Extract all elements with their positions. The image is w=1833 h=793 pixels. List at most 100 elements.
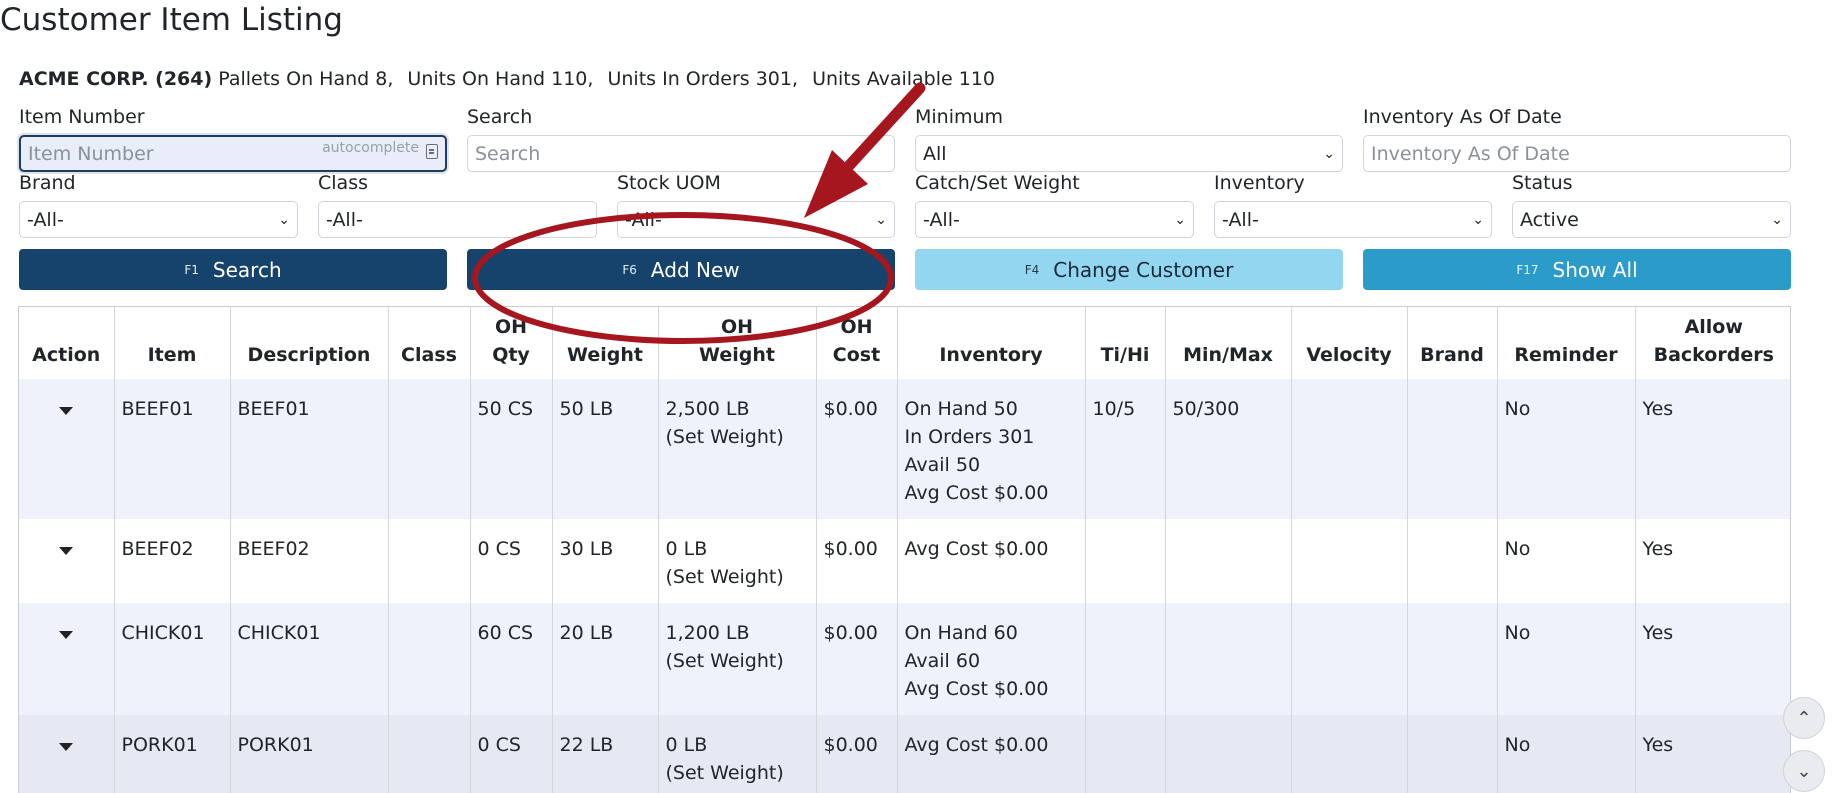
add-new-button[interactable]: F6 Add New [467, 249, 895, 290]
cell-inventory: On Hand 60 Avail 60 Avg Cost $0.00 [896, 603, 1085, 715]
pallets-on-hand: Pallets On Hand 8, [218, 68, 394, 90]
status-select[interactable]: Active ⌄ [1512, 201, 1791, 238]
row-action-cell[interactable] [19, 603, 114, 715]
chevron-down-icon: ⌄ [577, 211, 589, 228]
col-weight[interactable]: Weight [551, 307, 658, 379]
col-reminder[interactable]: Reminder [1496, 307, 1635, 379]
item-number-field: Item Number autocomplete [19, 105, 447, 172]
brand-label: Brand [19, 172, 76, 194]
row-action-cell[interactable] [19, 519, 114, 603]
inventory-select[interactable]: -All- ⌄ [1214, 201, 1492, 238]
inventory-date-field: Inventory As Of Date [1363, 105, 1791, 172]
cell-weight: 50 LB [551, 379, 658, 519]
catch-weight-value: -All- [923, 208, 960, 231]
class-select[interactable]: -All- ⌄ [318, 201, 597, 238]
cell-weight: 20 LB [551, 603, 658, 715]
col-oh-weight[interactable]: OH Weight [657, 307, 816, 379]
col-class[interactable]: Class [387, 307, 470, 379]
cell-oh-qty: 0 CS [469, 715, 552, 793]
brand-value: -All- [27, 208, 64, 231]
search-input[interactable] [467, 135, 895, 172]
cell-brand [1406, 379, 1497, 519]
status-label: Status [1512, 172, 1573, 194]
cell-oh-weight: 0 LB (Set Weight) [657, 519, 816, 603]
table-row: BEEF01 BEEF01 50 CS 50 LB 2,500 LB (Set … [19, 379, 1790, 519]
col-action[interactable]: Action [19, 307, 114, 379]
cell-oh-cost: $0.00 [815, 379, 897, 519]
col-oh-cost[interactable]: OH Cost [815, 307, 897, 379]
cell-description: BEEF01 [229, 379, 388, 519]
cell-oh-weight: 2,500 LB (Set Weight) [657, 379, 816, 519]
col-description[interactable]: Description [229, 307, 388, 379]
cell-backorders: Yes [1634, 519, 1790, 603]
search-label: Search [467, 106, 533, 128]
col-brand[interactable]: Brand [1406, 307, 1497, 379]
customer-name: ACME CORP. (264) [19, 68, 213, 90]
chevron-down-icon: ⌄ [1796, 760, 1812, 782]
col-backorders[interactable]: Allow Backorders [1634, 307, 1790, 379]
cell-description: PORK01 [229, 715, 388, 793]
chevron-up-icon: ⌃ [1796, 707, 1812, 729]
caret-down-icon[interactable] [59, 407, 74, 415]
stock-uom-select[interactable]: -All- ⌄ [617, 201, 895, 238]
cell-tihi [1084, 603, 1165, 715]
cell-velocity [1290, 715, 1407, 793]
catch-weight-select[interactable]: -All- ⌄ [915, 201, 1194, 238]
scroll-down-button[interactable]: ⌄ [1783, 750, 1825, 792]
chevron-down-icon: ⌄ [278, 211, 290, 228]
show-all-key: F17 [1516, 262, 1539, 277]
row-action-cell[interactable] [19, 715, 114, 793]
status-value: Active [1520, 208, 1579, 231]
row-action-cell[interactable] [19, 379, 114, 519]
minimum-select[interactable]: All ⌄ [915, 135, 1343, 172]
scroll-up-button[interactable]: ⌃ [1783, 697, 1825, 739]
col-tihi[interactable]: Ti/Hi [1084, 307, 1165, 379]
show-all-button[interactable]: F17 Show All [1363, 249, 1791, 290]
change-customer-key: F4 [1024, 262, 1040, 277]
cell-inventory: Avg Cost $0.00 [896, 715, 1085, 793]
cell-oh-cost: $0.00 [815, 715, 897, 793]
units-available: Units Available 110 [812, 68, 995, 90]
inventory-label: Inventory [1214, 172, 1305, 194]
caret-down-icon[interactable] [59, 631, 74, 639]
autocomplete-tag: autocomplete [322, 140, 419, 156]
col-item[interactable]: Item [113, 307, 230, 379]
caret-down-icon[interactable] [59, 547, 74, 555]
cell-brand [1406, 715, 1497, 793]
col-velocity[interactable]: Velocity [1290, 307, 1407, 379]
brand-select[interactable]: -All- ⌄ [19, 201, 298, 238]
inventory-date-input[interactable] [1363, 135, 1791, 172]
cell-minmax [1164, 519, 1291, 603]
cell-backorders: Yes [1634, 715, 1790, 793]
catch-weight-label: Catch/Set Weight [915, 172, 1080, 194]
col-inventory[interactable]: Inventory [896, 307, 1085, 379]
col-oh-qty[interactable]: OH Qty [469, 307, 552, 379]
class-value: -All- [326, 208, 363, 231]
cell-minmax [1164, 603, 1291, 715]
cell-item: BEEF02 [113, 519, 230, 603]
search-key: F1 [184, 262, 199, 277]
col-minmax[interactable]: Min/Max [1164, 307, 1291, 379]
inventory-field: Inventory -All- ⌄ [1214, 171, 1492, 238]
cell-minmax [1164, 715, 1291, 793]
chevron-down-icon: ⌄ [1472, 211, 1484, 228]
caret-down-icon[interactable] [59, 743, 74, 751]
search-button[interactable]: F1 Search [19, 249, 447, 290]
add-new-key: F6 [622, 262, 637, 277]
status-field: Status Active ⌄ [1512, 171, 1791, 238]
cell-backorders: Yes [1634, 603, 1790, 715]
add-new-button-label: Add New [650, 257, 740, 282]
cell-oh-cost: $0.00 [815, 519, 897, 603]
change-customer-button[interactable]: F4 Change Customer [915, 249, 1343, 290]
page-title: Customer Item Listing [0, 2, 343, 38]
class-field: Class -All- ⌄ [318, 171, 597, 238]
cell-inventory: Avg Cost $0.00 [896, 519, 1085, 603]
cell-class [387, 715, 470, 793]
customer-summary: ACME CORP. (264) Pallets On Hand 8, Unit… [19, 66, 995, 92]
cell-weight: 22 LB [551, 715, 658, 793]
cell-backorders: Yes [1634, 379, 1790, 519]
cell-oh-qty: 60 CS [469, 603, 552, 715]
cell-reminder: No [1496, 379, 1635, 519]
table-row: CHICK01 CHICK01 60 CS 20 LB 1,200 LB (Se… [19, 603, 1790, 715]
cell-brand [1406, 603, 1497, 715]
